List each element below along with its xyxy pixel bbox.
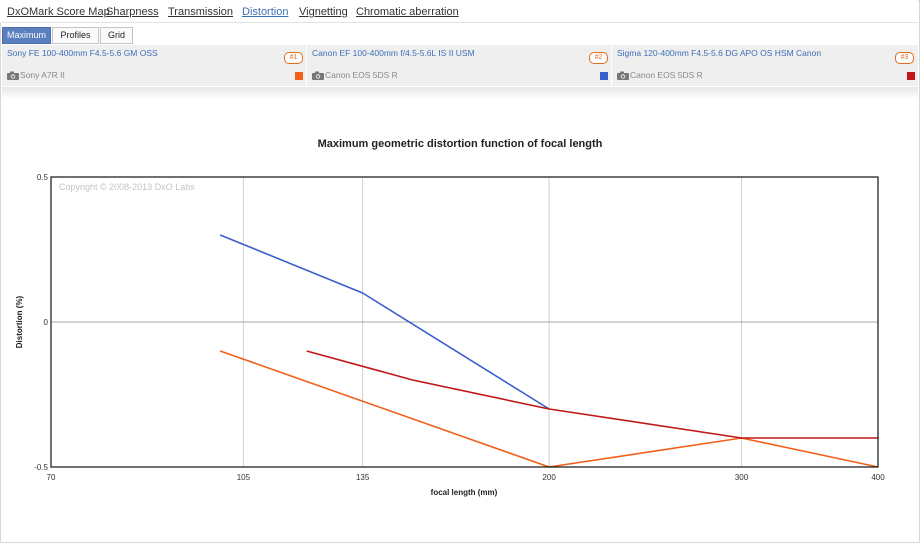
x-tick-label: 400: [871, 473, 885, 482]
y-tick-label: 0.5: [37, 173, 49, 182]
x-tick-label: 105: [237, 473, 251, 482]
y-tick-label: 0: [44, 318, 49, 327]
x-axis-label: focal length (mm): [431, 488, 498, 497]
x-tick-label: 200: [542, 473, 556, 482]
distortion-chart: Copyright © 2008-2013 DxO Labs Distortio…: [15, 173, 885, 497]
x-tick-label: 135: [356, 473, 370, 482]
x-tick-label: 70: [47, 473, 56, 482]
y-axis-label: Distortion (%): [15, 295, 24, 348]
x-tick-label: 300: [735, 473, 749, 482]
copyright-watermark: Copyright © 2008-2013 DxO Labs: [59, 182, 195, 192]
y-tick-label: -0.5: [34, 463, 48, 472]
